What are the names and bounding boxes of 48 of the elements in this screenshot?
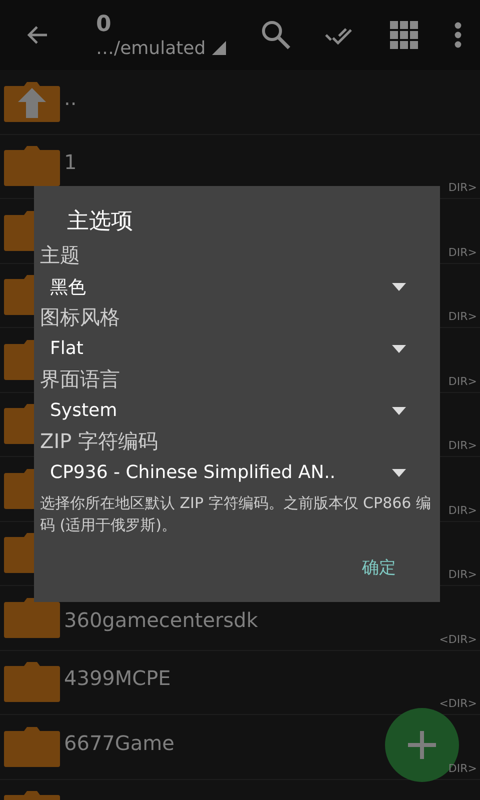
setting-label: ZIP 字符编码 bbox=[40, 428, 160, 455]
file-name[interactable]: .. bbox=[64, 86, 77, 110]
setting-dropdown[interactable]: System bbox=[40, 395, 434, 426]
folder-icon bbox=[4, 275, 34, 316]
dropdown-caret-icon bbox=[392, 406, 406, 414]
dir-tag: DIR> bbox=[448, 246, 477, 258]
file-name[interactable]: 4399MCPE bbox=[64, 666, 171, 690]
folder-count: 0 bbox=[96, 12, 112, 38]
setting-label: 图标风格 bbox=[40, 304, 121, 331]
search-icon bbox=[261, 20, 291, 50]
encoding-note: 选择你所在地区默认 ZIP 字符编码。之前版本仅 CP866 编码 (适用于俄罗斯)。 bbox=[40, 493, 432, 536]
dir-tag: DIR> bbox=[448, 181, 477, 194]
dir-tag: DIR> bbox=[448, 568, 477, 581]
folder-icon bbox=[4, 598, 60, 638]
grid-icon bbox=[390, 21, 418, 49]
dialog-title: 主选项 bbox=[67, 208, 134, 236]
dir-tag: DIR> bbox=[448, 504, 477, 516]
dir-tag: DIR> bbox=[448, 374, 477, 388]
folder-icon bbox=[4, 533, 34, 574]
dropdown-caret-icon bbox=[392, 468, 406, 476]
file-name[interactable]: 1 bbox=[64, 150, 77, 174]
dir-tag: <DIR> bbox=[439, 632, 477, 646]
setting-dropdown[interactable]: Flat bbox=[40, 333, 434, 364]
dropdown-caret-icon bbox=[392, 344, 406, 352]
setting-dropdown[interactable]: CP936 - Chinese Simplified AN.. bbox=[40, 457, 434, 488]
ok-button[interactable]: 确定 bbox=[354, 550, 404, 585]
folder-icon bbox=[4, 726, 60, 767]
more-icon bbox=[454, 22, 462, 48]
file-name[interactable]: 6677Game bbox=[64, 730, 174, 755]
folder-icon bbox=[4, 662, 60, 702]
folder-icon bbox=[4, 340, 34, 380]
setting-label: 界面语言 bbox=[40, 366, 121, 393]
setting-dropdown[interactable]: 黑色 bbox=[40, 271, 434, 302]
dropdown-caret-icon bbox=[392, 282, 406, 290]
file-name[interactable]: 360gamecentersdk bbox=[64, 608, 258, 632]
folder-icon bbox=[4, 468, 34, 509]
folder-icon bbox=[4, 146, 60, 186]
dir-tag: DIR> bbox=[448, 310, 477, 323]
folder-icon bbox=[4, 210, 34, 251]
corner-triangle-icon bbox=[212, 41, 226, 55]
path-selector[interactable]: …/emulated bbox=[96, 38, 244, 58]
dir-tag: DIR> bbox=[448, 762, 477, 774]
folder-icon bbox=[4, 404, 34, 444]
dir-tag: DIR> bbox=[448, 439, 477, 452]
dir-tag: <DIR> bbox=[439, 697, 477, 710]
plus-icon bbox=[407, 730, 437, 760]
setting-label: 主题 bbox=[40, 242, 81, 269]
folder-up-icon bbox=[4, 82, 60, 122]
